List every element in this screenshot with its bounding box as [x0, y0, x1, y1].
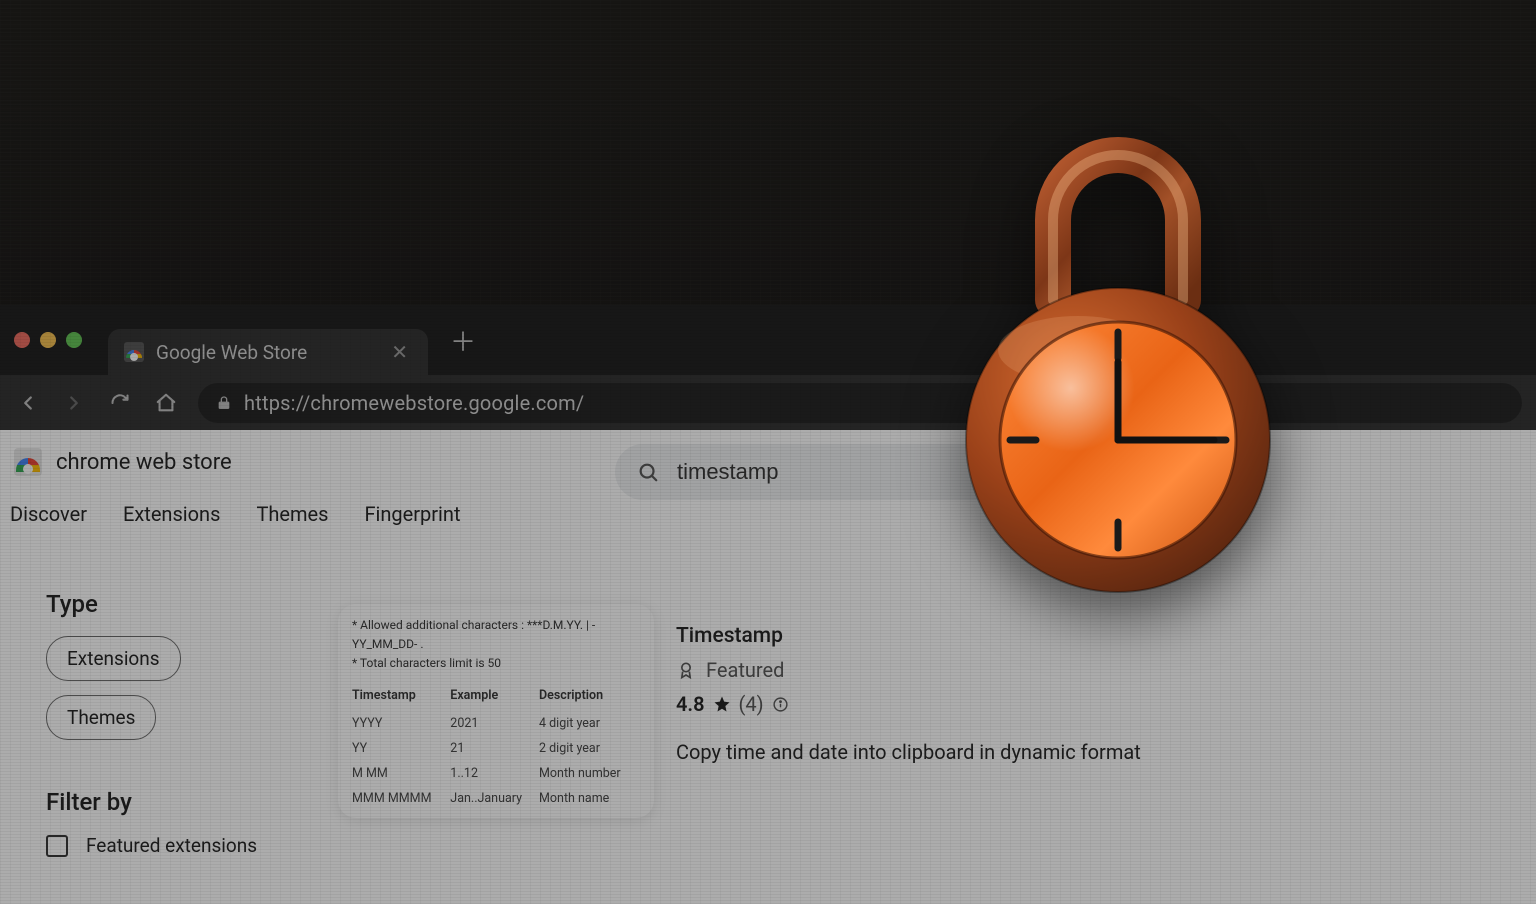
tab-favicon-icon	[124, 342, 144, 362]
thumb-th-timestamp: Timestamp	[352, 684, 450, 711]
cell: 21	[450, 736, 539, 761]
browser-window: Google Web Store ✕ ＋ https://chromewebst…	[0, 305, 1536, 904]
type-heading: Type	[46, 590, 306, 618]
cell: Month number	[539, 761, 640, 786]
featured-badge: Featured	[676, 658, 1316, 682]
extension-name[interactable]: Timestamp	[676, 624, 1316, 648]
table-row: YY 21 2 digit year	[352, 736, 640, 761]
table-row: MMM MMMM Jan..January Month name	[352, 786, 640, 811]
cell: 1..12	[450, 761, 539, 786]
forward-button[interactable]	[60, 389, 88, 417]
store-title: chrome web store	[56, 450, 232, 475]
cell: Month name	[539, 786, 640, 811]
filter-sidebar: Type Extensions Themes Filter by Feature…	[46, 590, 306, 857]
cell: Jan..January	[450, 786, 539, 811]
type-chip-themes[interactable]: Themes	[46, 695, 156, 740]
filter-by-heading: Filter by	[46, 788, 306, 816]
tab-title: Google Web Store	[156, 341, 375, 364]
thumb-hint-1: * Allowed additional characters : ***D.M…	[352, 616, 640, 654]
thumb-table: Timestamp Example Description YYYY 2021 …	[352, 684, 640, 811]
extension-description: Copy time and date into clipboard in dyn…	[676, 740, 1316, 764]
window-close-button[interactable]	[14, 332, 30, 348]
tab-strip: Google Web Store ✕ ＋	[0, 305, 1536, 375]
result-thumbnail[interactable]: * Allowed additional characters : ***D.M…	[338, 604, 654, 818]
nav-extensions[interactable]: Extensions	[123, 502, 220, 526]
featured-label: Featured	[706, 658, 784, 682]
table-row: M MM 1..12 Month number	[352, 761, 640, 786]
featured-extensions-label: Featured extensions	[86, 834, 257, 857]
page-content: chrome web store Discover Extensions The…	[0, 430, 1536, 904]
store-search-bar[interactable]	[615, 444, 1205, 500]
window-minimize-button[interactable]	[40, 332, 56, 348]
star-icon	[713, 695, 731, 713]
tab-close-button[interactable]: ✕	[387, 340, 412, 364]
window-zoom-button[interactable]	[66, 332, 82, 348]
window-controls	[14, 332, 82, 348]
thumb-hint-2: * Total characters limit is 50	[352, 654, 640, 673]
cell: 4 digit year	[539, 711, 640, 736]
reload-button[interactable]	[106, 389, 134, 417]
rating-count: (4)	[739, 692, 764, 716]
nav-themes[interactable]: Themes	[256, 502, 328, 526]
table-row: YYYY 2021 4 digit year	[352, 711, 640, 736]
filter-featured-row[interactable]: Featured extensions	[46, 834, 306, 857]
cell: 2 digit year	[539, 736, 640, 761]
site-lock-icon	[216, 394, 232, 412]
thumb-th-example: Example	[450, 684, 539, 711]
cell: 2021	[450, 711, 539, 736]
featured-extensions-checkbox[interactable]	[46, 835, 68, 857]
nav-fingerprint[interactable]: Fingerprint	[364, 502, 460, 526]
new-tab-button[interactable]: ＋	[436, 322, 490, 359]
nav-discover[interactable]: Discover	[10, 502, 87, 526]
type-chip-extensions[interactable]: Extensions	[46, 636, 181, 681]
cell: YYYY	[352, 711, 450, 736]
home-button[interactable]	[152, 389, 180, 417]
cell: M MM	[352, 761, 450, 786]
search-icon	[637, 461, 659, 483]
result-details: Timestamp Featured 4.8 (4) Copy time and…	[676, 624, 1316, 764]
cell: MMM MMMM	[352, 786, 450, 811]
address-bar[interactable]: https://chromewebstore.google.com/	[198, 383, 1522, 423]
chrome-web-store-logo-icon	[14, 448, 42, 476]
thumb-th-description: Description	[539, 684, 640, 711]
browser-tab[interactable]: Google Web Store ✕	[108, 329, 428, 375]
address-bar-url: https://chromewebstore.google.com/	[244, 391, 584, 415]
info-icon[interactable]	[772, 696, 789, 713]
rating-value: 4.8	[676, 692, 705, 716]
back-button[interactable]	[14, 389, 42, 417]
store-search-input[interactable]	[677, 459, 1183, 485]
browser-toolbar: https://chromewebstore.google.com/	[0, 375, 1536, 430]
rating-row: 4.8 (4)	[676, 692, 1316, 716]
cell: YY	[352, 736, 450, 761]
